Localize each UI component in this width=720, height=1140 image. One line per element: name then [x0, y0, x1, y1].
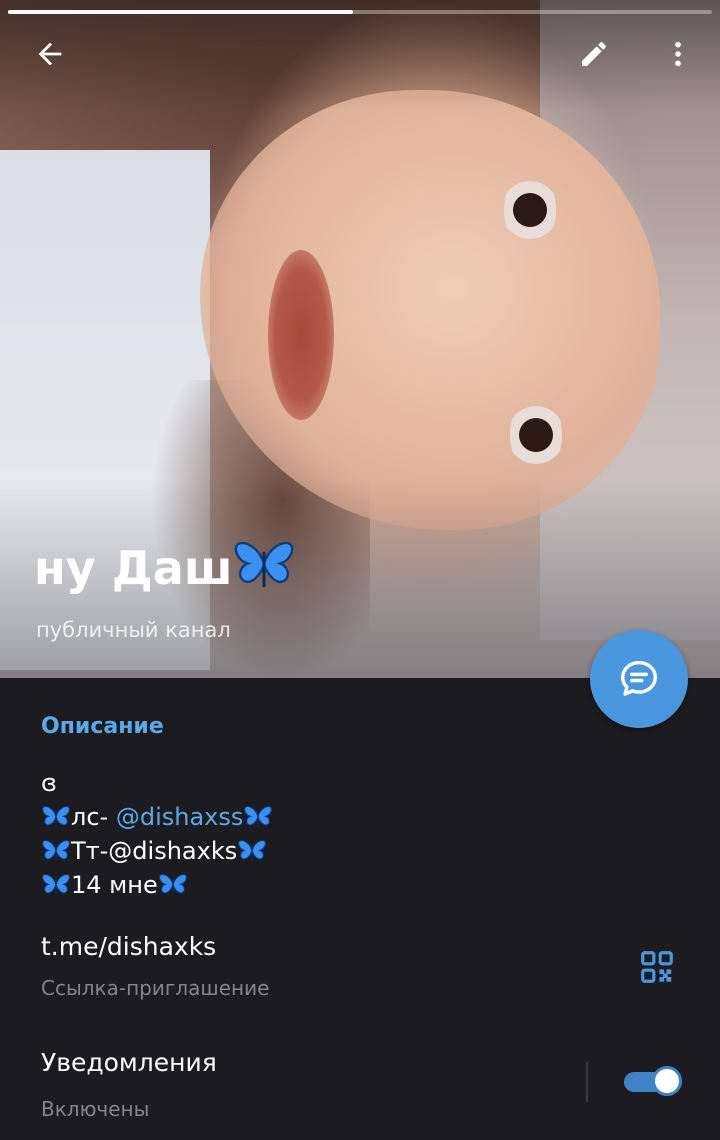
butterfly-icon: [42, 805, 70, 828]
more-options-button[interactable]: [654, 30, 702, 78]
invite-link[interactable]: t.me/dishaxks: [41, 932, 216, 961]
photo-lips: [268, 250, 334, 420]
butterfly-icon: [244, 805, 273, 828]
notifications-label: Уведомления: [41, 1048, 217, 1077]
description-line: Тт-@dishaxks: [41, 834, 273, 868]
photo-eye: [504, 170, 556, 250]
butterfly-icon: [238, 839, 267, 862]
qr-code-icon: [641, 951, 673, 983]
arrow-left-icon: [38, 42, 62, 66]
pencil-icon: [582, 41, 606, 66]
butterfly-icon: [158, 873, 187, 896]
channel-description: ɞ лс- @dishaxss Тт-@dishaxks 14 мне: [41, 766, 273, 902]
story-progress-bar: [8, 10, 712, 14]
back-button[interactable]: [26, 30, 74, 78]
butterfly-icon: [234, 541, 293, 588]
description-line: лс- @dishaxss: [41, 800, 273, 834]
story-progress-fill: [8, 10, 353, 14]
qr-code-button[interactable]: [638, 948, 676, 986]
description-line: 14 мне: [41, 868, 273, 902]
butterfly-icon: [42, 873, 70, 896]
channel-title: ну Даш: [34, 540, 295, 595]
divider: [586, 1062, 588, 1102]
butterfly-icon: [42, 839, 70, 862]
mention-link[interactable]: @dishaxss: [116, 803, 244, 831]
edit-button[interactable]: [570, 30, 618, 78]
invite-link-caption: Ссылка-приглашение: [41, 976, 270, 1000]
chat-bubble-icon: [620, 660, 658, 696]
channel-cover-photo: ну Даш публичный канал: [0, 0, 720, 678]
photo-eye: [510, 395, 562, 475]
notifications-status: Включены: [41, 1097, 150, 1121]
notifications-toggle[interactable]: [622, 1064, 682, 1100]
toggle-knob: [652, 1066, 682, 1096]
description-line: ɞ: [41, 769, 57, 797]
description-label: Описание: [41, 714, 164, 739]
open-chat-button[interactable]: [590, 630, 688, 728]
channel-type: публичный канал: [36, 618, 231, 642]
more-vertical-icon: [675, 41, 681, 67]
